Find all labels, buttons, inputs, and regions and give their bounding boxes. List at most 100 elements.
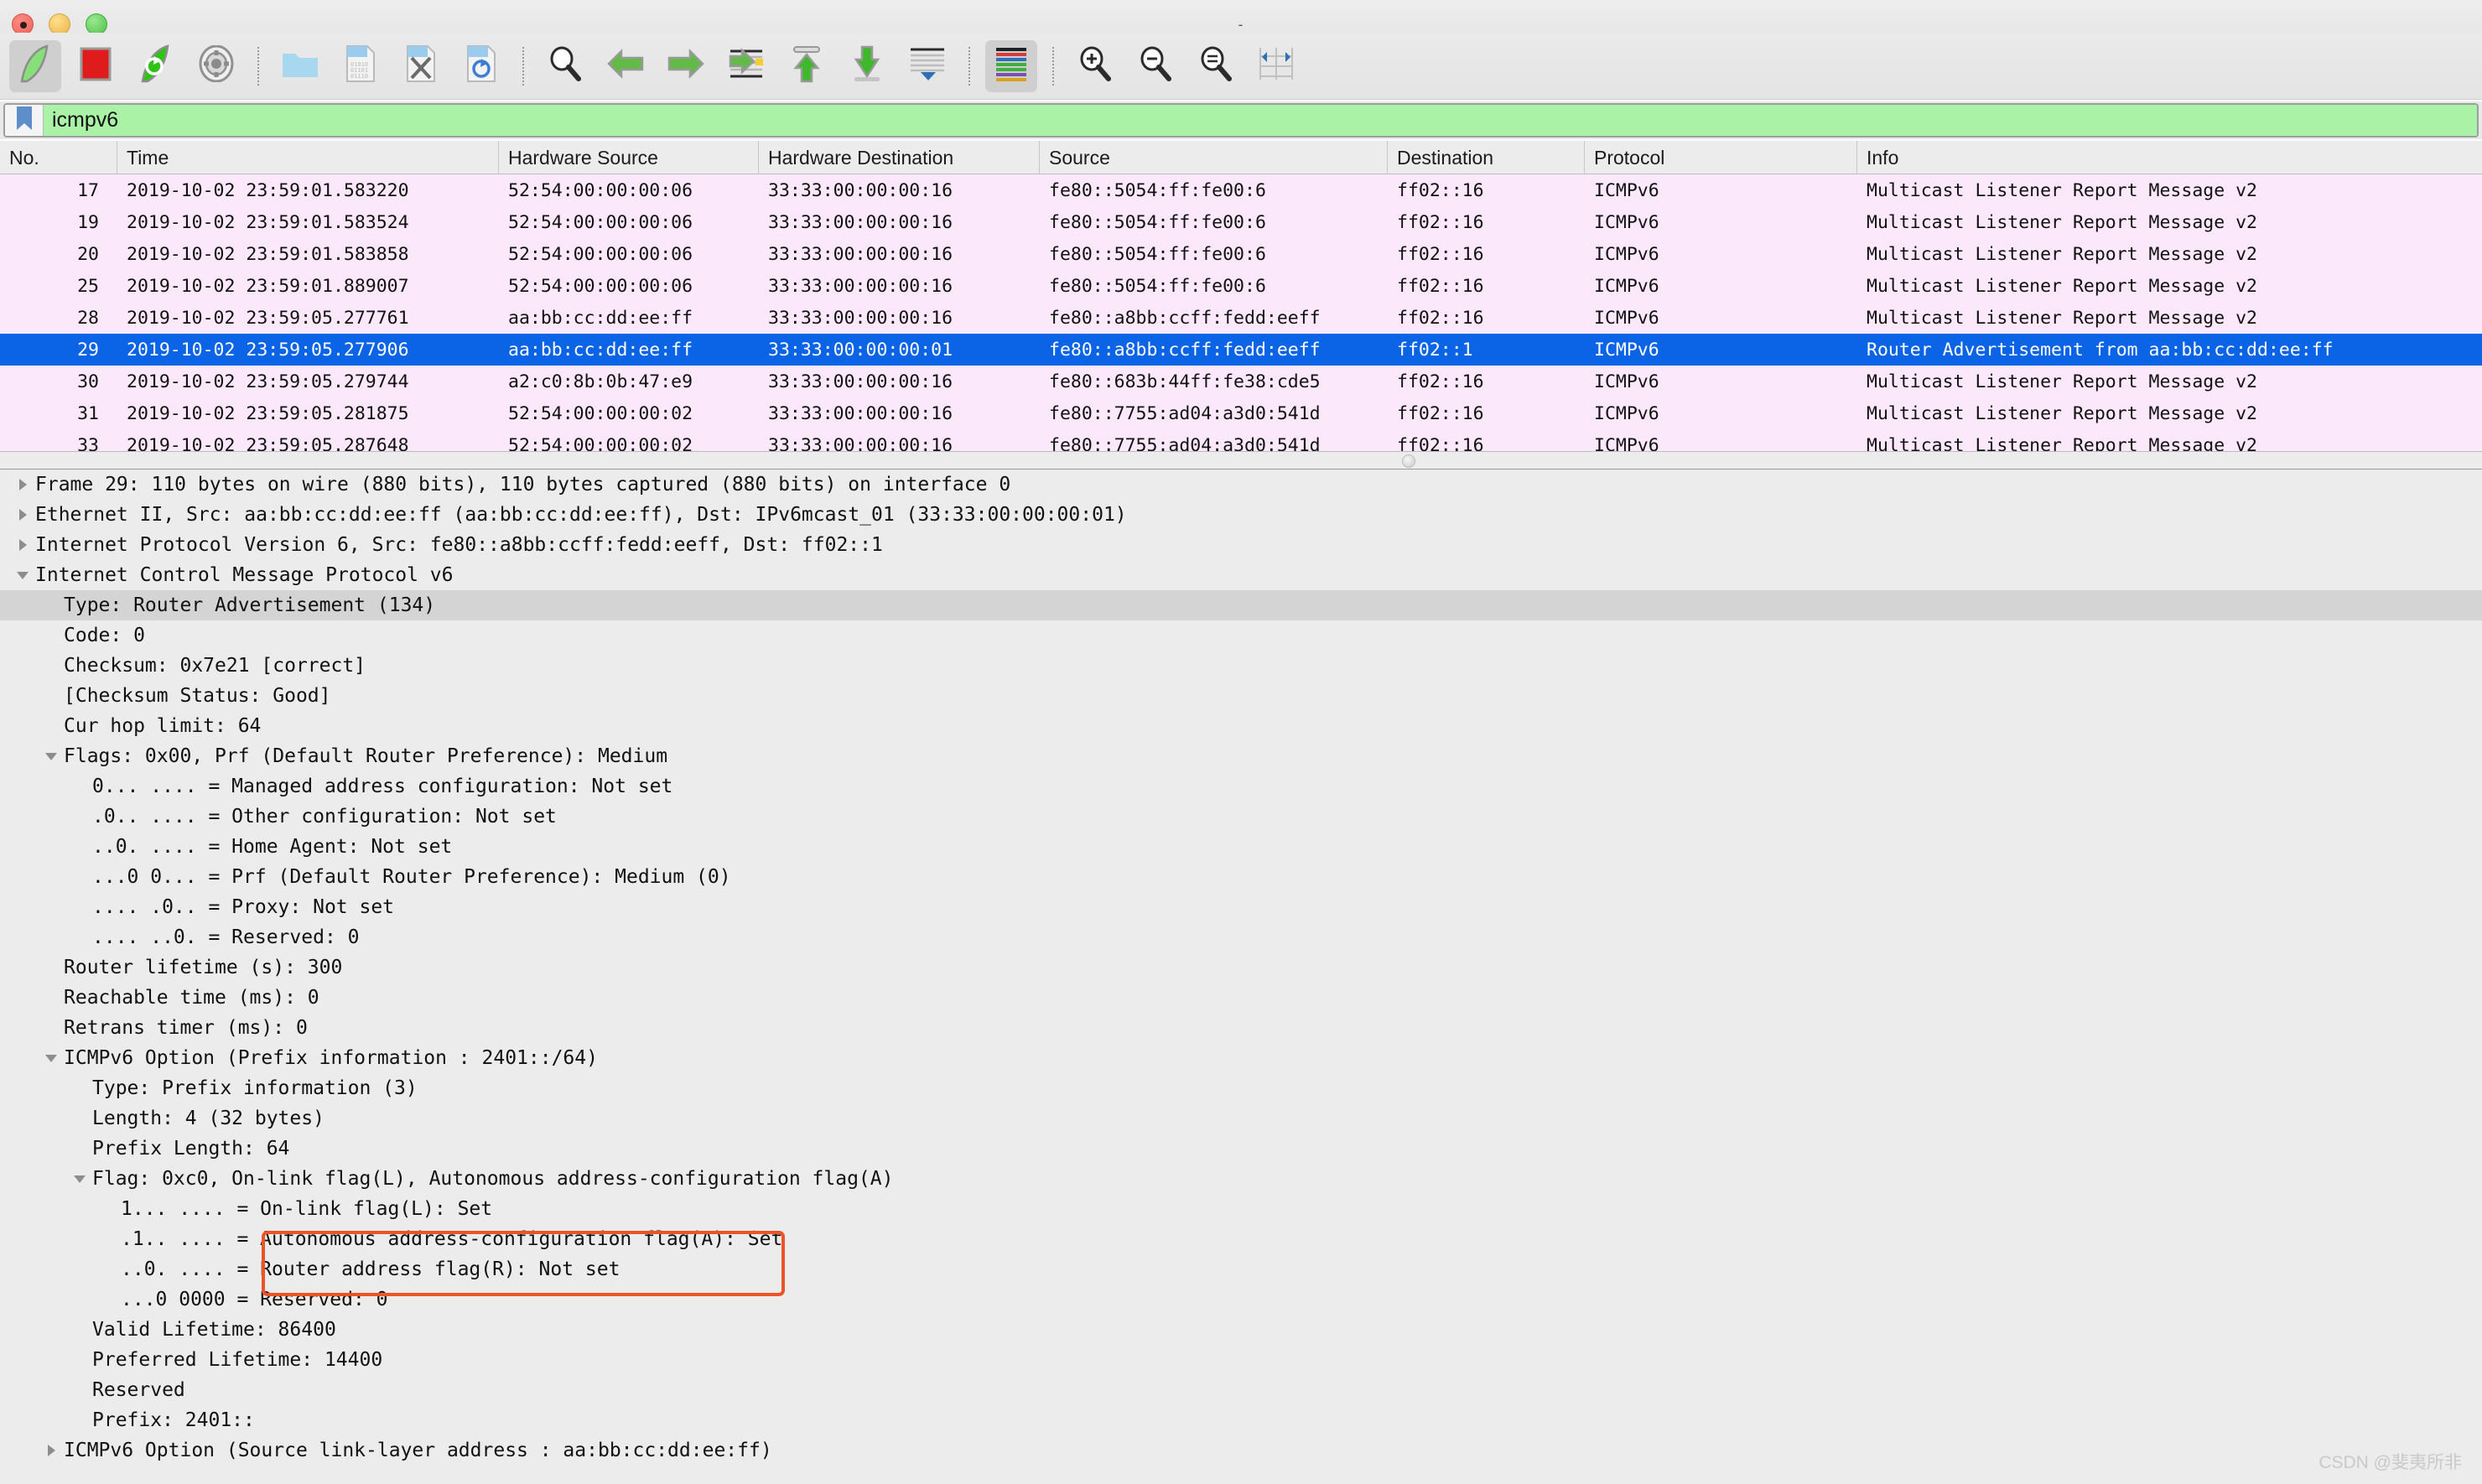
restart-capture-button[interactable] [130,40,182,92]
packet-detail-pane[interactable]: Frame 29: 110 bytes on wire (880 bits), … [0,470,2482,1484]
chevron-right-icon[interactable] [12,500,34,530]
packet-list-row[interactable]: 252019-10-02 23:59:01.88900752:54:00:00:… [0,270,2482,302]
detail-tree-row[interactable]: Prefix: 2401:: [0,1405,2482,1435]
go-forward-button[interactable] [660,40,712,92]
resize-columns-button[interactable] [1250,40,1302,92]
packet-cell-source: fe80::5054:ff:fe00:6 [1040,212,1388,233]
packet-list-row[interactable]: 202019-10-02 23:59:01.58385852:54:00:00:… [0,238,2482,270]
detail-tree-row[interactable]: Code: 0 [0,620,2482,651]
display-filter-input[interactable] [44,105,2477,136]
find-packet-button[interactable] [539,40,591,92]
detail-tree-row[interactable]: Retrans timer (ms): 0 [0,1013,2482,1043]
detail-tree-row[interactable]: Flags: 0x00, Prf (Default Router Prefere… [0,741,2482,771]
zoom-out-button[interactable] [1129,40,1181,92]
detail-tree-row[interactable]: [Checksum Status: Good] [0,681,2482,711]
packet-list-body[interactable]: 172019-10-02 23:59:01.58322052:54:00:00:… [0,174,2482,451]
packet-cell-hw-source: 52:54:00:00:00:02 [499,403,759,424]
chevron-down-icon[interactable] [12,560,34,590]
detail-tree-row[interactable]: 0... .... = Managed address configuratio… [0,771,2482,802]
detail-tree-row[interactable]: Flag: 0xc0, On-link flag(L), Autonomous … [0,1164,2482,1194]
detail-tree-row[interactable]: Type: Router Advertisement (134) [0,590,2482,620]
packet-list-row[interactable]: 292019-10-02 23:59:05.277906aa:bb:cc:dd:… [0,334,2482,366]
go-to-packet-button[interactable] [720,40,772,92]
detail-tree-row[interactable]: ...0 0... = Prf (Default Router Preferen… [0,862,2482,892]
start-capture-button[interactable] [9,40,61,92]
detail-tree-row[interactable]: ICMPv6 Option (Source link-layer address… [0,1435,2482,1466]
packet-cell-hw-destination: 33:33:00:00:00:16 [759,435,1040,452]
chevron-right-icon[interactable] [40,1435,62,1466]
detail-tree-row[interactable]: Preferred Lifetime: 14400 [0,1345,2482,1375]
detail-tree-row[interactable]: Cur hop limit: 64 [0,711,2482,741]
detail-tree-row[interactable]: Internet Control Message Protocol v6 [0,560,2482,590]
detail-tree-label: ...0 0... = Prf (Default Router Preferen… [91,866,731,888]
detail-tree-row[interactable]: .... .0.. = Proxy: Not set [0,892,2482,922]
svg-text:01110: 01110 [350,73,368,80]
column-header-info[interactable]: Info [1857,141,2482,174]
packet-list-row[interactable]: 282019-10-02 23:59:05.277761aa:bb:cc:dd:… [0,302,2482,334]
detail-tree-row[interactable]: Reachable time (ms): 0 [0,983,2482,1013]
detail-tree-label: Internet Control Message Protocol v6 [34,564,454,586]
detail-tree-row[interactable]: ..0. .... = Home Agent: Not set [0,832,2482,862]
packet-cell-time: 2019-10-02 23:59:01.889007 [117,276,499,297]
auto-scroll-button[interactable] [901,40,953,92]
column-header-source[interactable]: Source [1040,141,1388,174]
detail-tree-row[interactable]: .1.. .... = Autonomous address-configura… [0,1224,2482,1254]
go-to-first-button[interactable] [781,40,833,92]
detail-tree-row[interactable]: Type: Prefix information (3) [0,1073,2482,1103]
packet-list-row[interactable]: 192019-10-02 23:59:01.58352452:54:00:00:… [0,206,2482,238]
chevron-right-icon[interactable] [12,470,34,500]
splitter-grip[interactable] [1402,454,1415,468]
detail-tree-label: Cur hop limit: 64 [62,715,261,737]
zoom-reset-button[interactable] [1190,40,1242,92]
column-header-hw-destination[interactable]: Hardware Destination [759,141,1040,174]
reload-file-button[interactable] [455,40,507,92]
column-header-protocol[interactable]: Protocol [1585,141,1857,174]
packet-list-row[interactable]: 312019-10-02 23:59:05.28187552:54:00:00:… [0,397,2482,429]
detail-tree-row[interactable]: 1... .... = On-link flag(L): Set [0,1194,2482,1224]
colorize-button[interactable] [985,40,1037,92]
packet-cell-protocol: ICMPv6 [1585,212,1857,233]
chevron-down-icon[interactable] [40,1043,62,1073]
close-file-button[interactable] [395,40,447,92]
zoom-in-button[interactable] [1069,40,1121,92]
magnifier-icon [547,45,584,86]
detail-tree-row[interactable]: ...0 0000 = Reserved: 0 [0,1284,2482,1315]
column-header-time[interactable]: Time [117,141,499,174]
detail-tree-row[interactable]: ..0. .... = Router address flag(R): Not … [0,1254,2482,1284]
packet-detail-tree[interactable]: Frame 29: 110 bytes on wire (880 bits), … [0,470,2482,1466]
detail-tree-row[interactable]: Checksum: 0x7e21 [correct] [0,651,2482,681]
column-header-hw-source[interactable]: Hardware Source [499,141,759,174]
main-toolbar: 010100110101110 [0,33,2482,100]
column-header-no[interactable]: No. [0,141,117,174]
go-to-last-button[interactable] [841,40,893,92]
packet-list-row[interactable]: 302019-10-02 23:59:05.279744a2:c0:8b:0b:… [0,366,2482,397]
packet-cell-no: 20 [0,244,117,265]
detail-tree-row[interactable]: .... ..0. = Reserved: 0 [0,922,2482,952]
detail-tree-row[interactable]: Reserved [0,1375,2482,1405]
detail-tree-label: Reachable time (ms): 0 [62,987,319,1009]
detail-tree-row[interactable]: Internet Protocol Version 6, Src: fe80::… [0,530,2482,560]
open-file-button[interactable] [274,40,326,92]
detail-tree-row[interactable]: Frame 29: 110 bytes on wire (880 bits), … [0,470,2482,500]
packet-list-row[interactable]: 172019-10-02 23:59:01.58322052:54:00:00:… [0,174,2482,206]
detail-tree-row[interactable]: Ethernet II, Src: aa:bb:cc:dd:ee:ff (aa:… [0,500,2482,530]
pane-splitter[interactable] [0,451,2482,470]
packet-list-pane[interactable]: No. Time Hardware Source Hardware Destin… [0,141,2482,451]
save-file-button[interactable]: 010100110101110 [335,40,387,92]
detail-tree-row[interactable]: Router lifetime (s): 300 [0,952,2482,983]
stop-capture-button[interactable] [70,40,122,92]
packet-list-row[interactable]: 332019-10-02 23:59:05.28764852:54:00:00:… [0,429,2482,451]
go-back-button[interactable] [600,40,652,92]
detail-tree-row[interactable]: .0.. .... = Other configuration: Not set [0,802,2482,832]
capture-options-button[interactable] [190,40,242,92]
detail-tree-label: Router lifetime (s): 300 [62,957,342,978]
filter-bookmark-button[interactable] [5,105,44,136]
detail-tree-row[interactable]: ICMPv6 Option (Prefix information : 2401… [0,1043,2482,1073]
chevron-right-icon[interactable] [12,530,34,560]
chevron-down-icon[interactable] [40,741,62,771]
chevron-down-icon[interactable] [69,1164,91,1194]
detail-tree-row[interactable]: Prefix Length: 64 [0,1134,2482,1164]
column-header-destination[interactable]: Destination [1388,141,1585,174]
detail-tree-row[interactable]: Valid Lifetime: 86400 [0,1315,2482,1345]
detail-tree-row[interactable]: Length: 4 (32 bytes) [0,1103,2482,1134]
